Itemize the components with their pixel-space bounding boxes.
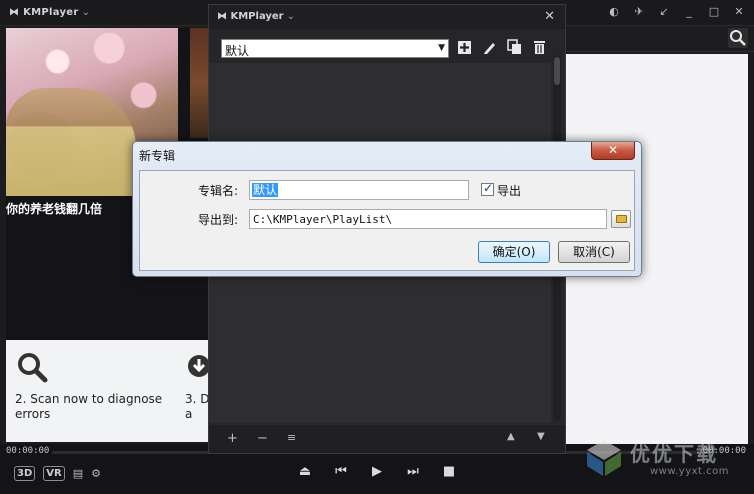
export-path-value: C:\KMPlayer\PlayList\: [253, 213, 393, 226]
export-checkbox[interactable]: ✓: [481, 181, 494, 196]
app-logo[interactable]: ⧓ KMPlayer ⌄: [9, 7, 90, 18]
playlist-logo[interactable]: ⧓ KMPlayer ⌄: [217, 11, 295, 22]
playlist-close-icon[interactable]: ✕: [544, 9, 555, 24]
dialog-body: 专辑名: 默认 ✓ 导出 导出到: C:\KMPlayer\PlayList\ …: [139, 170, 635, 271]
info-strip: 2. Scan now to diagnose errors 3. D a: [6, 340, 210, 442]
chevron-down-icon: ⌄: [286, 11, 296, 22]
chevron-down-icon: ▼: [438, 43, 445, 53]
gear-icon[interactable]: ⚙: [91, 467, 101, 480]
export-path-input[interactable]: C:\KMPlayer\PlayList\: [249, 209, 607, 229]
magnifier-icon: [18, 353, 48, 383]
dialog-close-button[interactable]: ✕: [591, 142, 635, 160]
play-button[interactable]: ▶: [370, 464, 384, 479]
previous-button[interactable]: ⏮: [334, 464, 348, 479]
album-select-value: 默认: [225, 44, 250, 58]
logo-mark-icon: ⧓: [9, 7, 24, 18]
3d-button[interactable]: 3D: [14, 466, 36, 481]
move-down-button[interactable]: ▼: [537, 431, 545, 442]
logo-mark-icon: ⧓: [217, 11, 231, 22]
step-2-text: 2. Scan now to diagnose errors: [15, 392, 163, 421]
album-name-label: 专辑名:: [198, 184, 239, 198]
move-up-button[interactable]: ▲: [507, 431, 515, 442]
ad-caption[interactable]: 你的养老钱翻几倍: [6, 200, 102, 217]
watermark-text: 优优下载: [630, 442, 718, 466]
watermark: 优优下载 www.yyxt.com: [584, 436, 754, 490]
minimize-icon[interactable]: _: [682, 5, 696, 19]
minimize-to-corner-icon[interactable]: ↙: [657, 5, 671, 19]
add-icon[interactable]: [457, 39, 472, 55]
folder-icon: [616, 215, 627, 223]
search-icon[interactable]: [728, 28, 748, 48]
ad-photo-secondary[interactable]: [190, 28, 208, 138]
export-to-label: 导出到:: [198, 213, 239, 227]
stop-button[interactable]: ■: [442, 464, 456, 479]
vr-button[interactable]: VR: [43, 466, 65, 481]
watermark-url: www.yyxt.com: [650, 466, 730, 477]
playlist-bottom-bar: + − ≡ ▲ ▼: [209, 425, 565, 453]
next-button[interactable]: ⏭: [406, 464, 420, 479]
ok-button[interactable]: 确定(O): [478, 241, 550, 263]
logo-text: KMPlayer: [23, 7, 79, 18]
export-label: 导出: [497, 184, 522, 198]
cancel-button[interactable]: 取消(C): [558, 241, 630, 263]
sort-list-button[interactable]: ≡: [287, 431, 296, 444]
remove-item-button[interactable]: −: [257, 431, 268, 446]
close-icon[interactable]: ✕: [732, 5, 746, 19]
search-bar[interactable]: [566, 26, 754, 52]
eject-button[interactable]: ⏏: [298, 464, 312, 479]
toggle-icon[interactable]: ◐: [607, 5, 621, 19]
add-item-button[interactable]: +: [227, 431, 238, 446]
watermark-logo-icon: [587, 440, 621, 476]
album-select[interactable]: 默认 ▼: [221, 39, 449, 58]
browse-folder-button[interactable]: [611, 210, 631, 228]
playlist-toggle-icon[interactable]: ▤: [73, 467, 83, 480]
edit-icon[interactable]: [482, 39, 497, 55]
restore-icon[interactable]: □: [707, 5, 721, 19]
delete-icon[interactable]: [532, 39, 547, 55]
kmplayer-screen: ⧓ KMPlayer ⌄ ◐ ✈ ↙ _ □ ✕ 你的养老钱翻几倍 2. Scan…: [0, 0, 754, 494]
new-album-dialog: 新专辑 ✕ 专辑名: 默认 ✓ 导出 导出到: C:\KMPlayer\Play…: [132, 141, 642, 277]
playlist-toolbar: 默认 ▼: [209, 29, 565, 63]
copy-icon[interactable]: [507, 39, 522, 55]
step-3-text: 3. D a: [185, 392, 210, 421]
dialog-title: 新专辑: [139, 149, 176, 163]
elapsed-time: 00:00:00: [6, 446, 50, 456]
check-icon: ✓: [483, 181, 494, 195]
album-name-value: 默认: [252, 183, 279, 197]
chevron-down-icon: ⌄: [81, 7, 91, 18]
ad-photo-person: [6, 88, 136, 196]
playlist-titlebar: ⧓ KMPlayer ⌄ ✕: [209, 5, 565, 29]
scrollbar-thumb[interactable]: [554, 57, 560, 85]
pin-icon[interactable]: ✈: [632, 5, 646, 19]
playlist-logo-text: KMPlayer: [230, 11, 284, 22]
album-name-input[interactable]: 默认: [249, 180, 469, 200]
